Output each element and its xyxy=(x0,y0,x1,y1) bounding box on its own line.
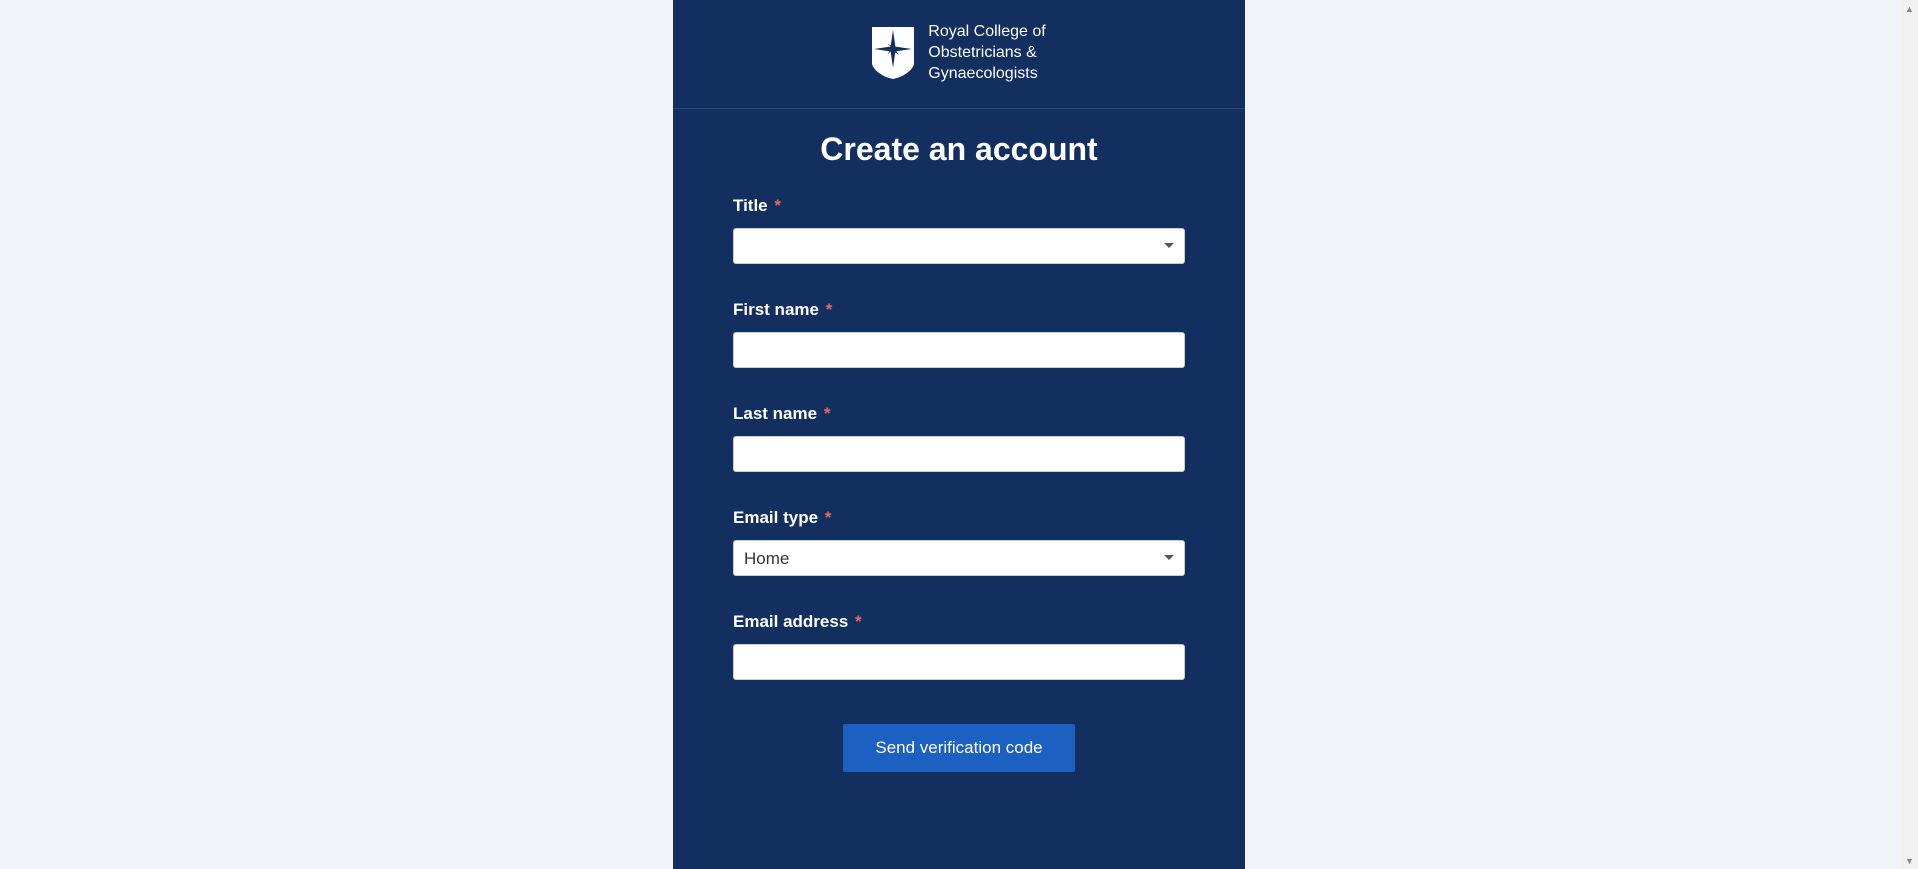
field-group-email-type: Email type * Home xyxy=(733,508,1185,576)
first-name-label: First name * xyxy=(733,300,1185,320)
logo-text: Royal College of Obstetricians & Gynaeco… xyxy=(928,22,1045,84)
last-name-input[interactable] xyxy=(733,436,1185,472)
email-address-input[interactable] xyxy=(733,644,1185,680)
logo: Royal College of Obstetricians & Gynaeco… xyxy=(872,22,1045,84)
required-asterisk: * xyxy=(826,300,833,319)
required-asterisk: * xyxy=(774,196,781,215)
first-name-label-text: First name xyxy=(733,300,819,319)
shield-star-icon xyxy=(872,27,914,79)
button-row: Send verification code xyxy=(733,724,1185,772)
field-group-email-address: Email address * xyxy=(733,612,1185,680)
scrollbar[interactable]: ▲ ▼ xyxy=(1901,0,1918,869)
form-body: Create an account Title * First name * xyxy=(673,109,1245,772)
scroll-up-icon[interactable]: ▲ xyxy=(1901,0,1918,17)
logo-line-3: Gynaecologists xyxy=(928,64,1045,85)
last-name-label: Last name * xyxy=(733,404,1185,424)
logo-line-1: Royal College of xyxy=(928,22,1045,43)
field-group-title: Title * xyxy=(733,196,1185,264)
required-asterisk: * xyxy=(855,612,862,631)
email-address-label-text: Email address xyxy=(733,612,848,631)
email-address-label: Email address * xyxy=(733,612,1185,632)
field-group-first-name: First name * xyxy=(733,300,1185,368)
field-group-last-name: Last name * xyxy=(733,404,1185,472)
logo-line-2: Obstetricians & xyxy=(928,43,1045,64)
signup-form-panel: Royal College of Obstetricians & Gynaeco… xyxy=(673,0,1245,869)
required-asterisk: * xyxy=(824,404,831,423)
send-verification-button[interactable]: Send verification code xyxy=(843,724,1074,772)
email-type-label-text: Email type xyxy=(733,508,818,527)
last-name-label-text: Last name xyxy=(733,404,817,423)
title-label: Title * xyxy=(733,196,1185,216)
email-type-label: Email type * xyxy=(733,508,1185,528)
email-type-select[interactable]: Home xyxy=(733,540,1185,576)
page-title: Create an account xyxy=(733,131,1185,168)
scroll-down-icon[interactable]: ▼ xyxy=(1901,852,1918,869)
required-asterisk: * xyxy=(825,508,832,527)
title-label-text: Title xyxy=(733,196,768,215)
header: Royal College of Obstetricians & Gynaeco… xyxy=(673,0,1245,109)
title-select[interactable] xyxy=(733,228,1185,264)
first-name-input[interactable] xyxy=(733,332,1185,368)
